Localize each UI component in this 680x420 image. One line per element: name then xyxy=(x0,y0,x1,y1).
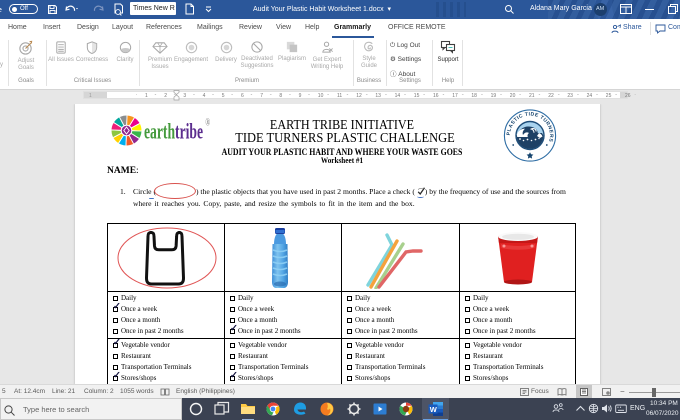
svg-text:earthtribe: earthtribe xyxy=(144,119,203,143)
svg-text:W: W xyxy=(430,405,438,414)
